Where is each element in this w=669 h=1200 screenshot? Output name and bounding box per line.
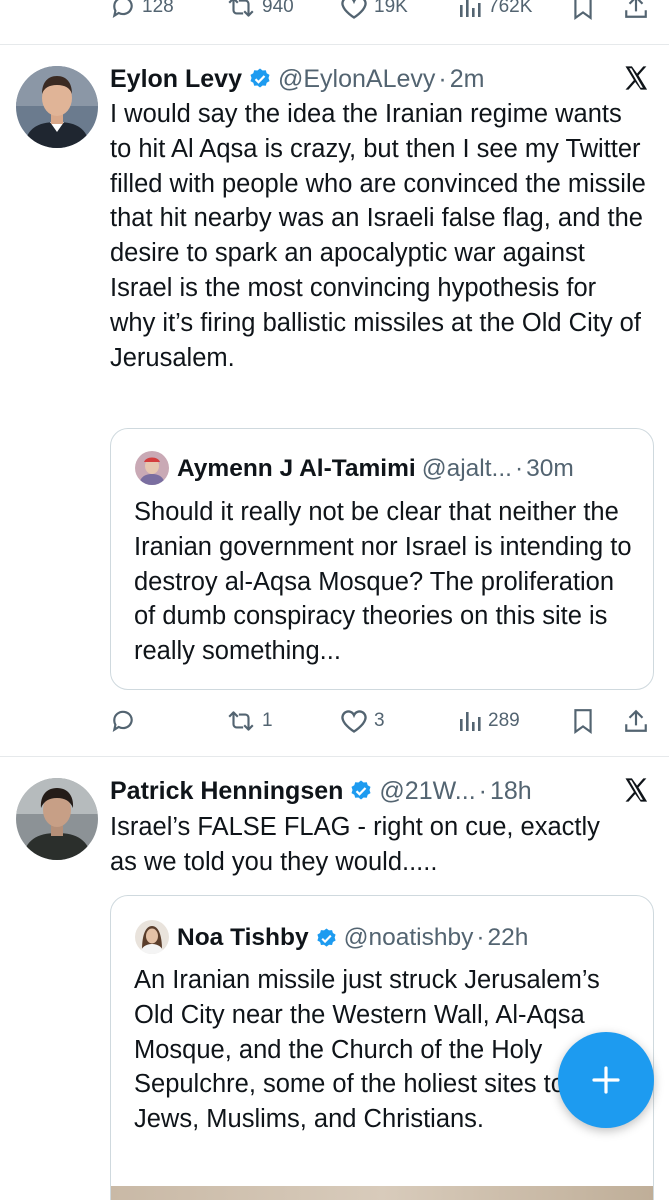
quoted-tweet[interactable]: Aymenn J Al-Tamimi @ajalt... · 30m Shoul… [110, 428, 654, 690]
author-handle[interactable]: @EylonALevy [278, 65, 435, 94]
share-icon [625, 0, 647, 18]
tweet-text: I would say the idea the Iranian regime … [110, 100, 646, 372]
quote-timestamp: 22h [487, 924, 529, 951]
compose-button[interactable] [558, 1032, 654, 1128]
separator-dot: · [438, 64, 447, 93]
quote-author-name: Aymenn J Al-Tamimi [177, 455, 416, 482]
like-icon [341, 710, 367, 733]
quote-header: Aymenn J Al-Tamimi @ajalt... · 30m [177, 451, 574, 487]
like-button[interactable]: 3 [340, 705, 385, 737]
author-handle[interactable]: @21W... [379, 777, 475, 806]
quote-author-name: Noa Tishby [177, 924, 309, 951]
avatar [135, 920, 169, 954]
repost-icon [228, 711, 254, 731]
avatar[interactable] [16, 66, 98, 148]
views-icon [460, 0, 481, 17]
avatar[interactable] [16, 778, 98, 860]
bookmark-icon [574, 0, 592, 20]
bookmark-button[interactable] [572, 0, 594, 22]
like-count: 3 [374, 710, 385, 731]
share-button[interactable] [624, 705, 648, 737]
views-button[interactable]: 289 [458, 705, 520, 737]
quote-author-handle: @ajalt... [421, 455, 512, 482]
like-button[interactable]: 19K [340, 0, 408, 22]
quote-timestamp: 30m [526, 455, 574, 482]
verified-badge-icon [248, 67, 272, 91]
like-icon [341, 0, 367, 19]
divider [0, 44, 669, 45]
avatar [135, 451, 169, 485]
repost-icon [228, 0, 254, 17]
bookmark-button[interactable] [572, 705, 594, 737]
separator-dot: · [478, 776, 487, 805]
divider [0, 756, 669, 757]
timestamp[interactable]: 2m [450, 65, 485, 94]
author-name[interactable]: Eylon Levy [110, 65, 242, 94]
timestamp[interactable]: 18h [490, 777, 532, 806]
quote-header: Noa Tishby @noatishby · 22h [177, 920, 528, 956]
tweet-header: Patrick Henningsen @21W... · 18h [110, 774, 532, 808]
repost-button[interactable]: 940 [226, 0, 294, 22]
tweet-header: Eylon Levy @EylonALevy · 2m [110, 62, 484, 96]
repost-count: 1 [262, 710, 273, 731]
tweet-text: Israel’s FALSE FLAG - right on cue, exac… [110, 813, 600, 876]
views-count: 289 [488, 710, 520, 731]
author-name[interactable]: Patrick Henningsen [110, 777, 343, 806]
x-logo-icon [625, 66, 648, 90]
share-icon [625, 709, 647, 732]
reply-icon [112, 710, 133, 732]
verified-badge-icon [315, 927, 338, 950]
quote-author-handle: @noatishby [343, 924, 474, 951]
x-logo-icon [625, 778, 648, 802]
quote-text: Should it really not be clear that neith… [134, 498, 632, 666]
reply-button[interactable] [110, 705, 142, 737]
views-count: 762K [488, 0, 533, 17]
quote-text: An Iranian missile just struck Jerusalem… [134, 966, 600, 1134]
separator-dot: · [476, 924, 485, 951]
bookmark-icon [574, 709, 592, 734]
media-image[interactable] [111, 1186, 653, 1200]
like-count: 19K [374, 0, 408, 17]
verified-badge-icon [349, 779, 373, 803]
reply-button[interactable]: 128 [110, 0, 174, 22]
repost-button[interactable]: 1 [226, 705, 273, 737]
repost-count: 940 [262, 0, 294, 17]
views-button[interactable]: 762K [458, 0, 532, 22]
views-icon [460, 712, 481, 731]
reply-count: 128 [142, 0, 174, 17]
share-button[interactable] [624, 0, 648, 22]
separator-dot: · [514, 455, 524, 482]
reply-icon [112, 0, 133, 18]
compose-plus-icon [592, 1066, 620, 1094]
